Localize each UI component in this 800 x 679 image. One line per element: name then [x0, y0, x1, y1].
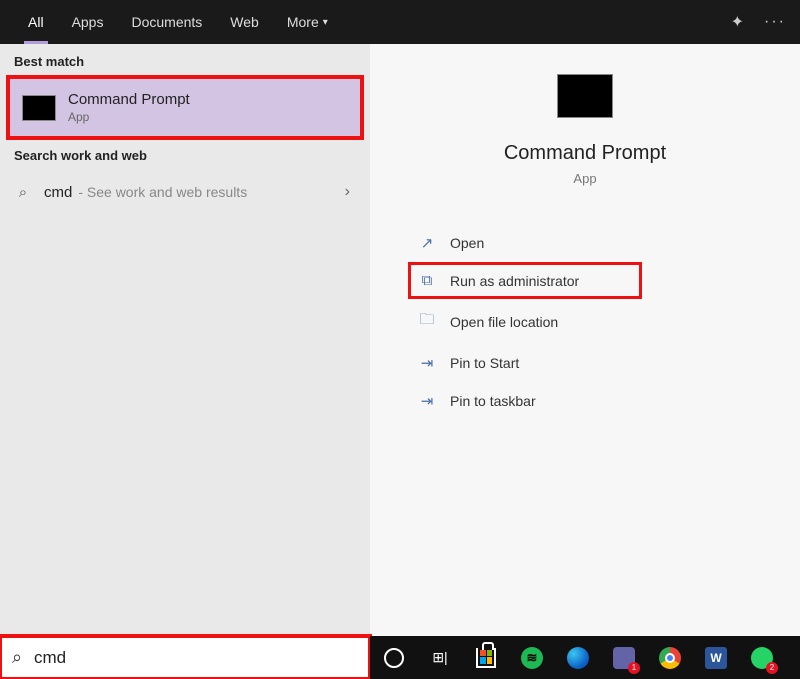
search-tabs: All Apps Documents Web More▾ — [0, 0, 342, 44]
taskbar-taskview[interactable]: ⊞| — [422, 640, 458, 676]
pin-icon: ⇥ — [416, 392, 438, 410]
result-subtitle: App — [68, 110, 190, 124]
taskbar-spotify[interactable]: ≋ — [514, 640, 550, 676]
chevron-right-icon: › — [345, 183, 356, 201]
tab-apps[interactable]: Apps — [58, 0, 118, 44]
folder-icon: 🗀 — [416, 309, 438, 334]
action-pin-start[interactable]: ⇥ Pin to Start — [410, 346, 800, 380]
taskbar-chrome[interactable] — [652, 640, 688, 676]
circle-icon — [384, 648, 404, 668]
chrome-icon — [659, 647, 681, 669]
action-pin-taskbar[interactable]: ⇥ Pin to taskbar — [410, 384, 800, 418]
preview-title: Command Prompt — [504, 142, 666, 165]
edge-icon — [567, 647, 589, 669]
taskbar-store[interactable] — [468, 640, 504, 676]
search-box[interactable]: ⌕ — [0, 636, 370, 679]
cmd-icon — [22, 95, 56, 121]
result-title: Command Prompt — [68, 91, 190, 108]
feedback-icon[interactable]: ✦ — [731, 12, 744, 32]
taskbar-whatsapp[interactable]: 2 — [744, 640, 780, 676]
notification-badge: 1 — [628, 662, 640, 674]
search-icon: ⌕ — [0, 647, 34, 668]
preview-app-icon — [557, 74, 613, 118]
word-icon: W — [705, 647, 727, 669]
tab-documents[interactable]: Documents — [117, 0, 216, 44]
spotify-icon: ≋ — [521, 647, 543, 669]
search-web-label: Search work and web — [0, 138, 370, 171]
open-icon: ↗ — [416, 234, 438, 252]
search-web-result[interactable]: ⌕ cmd - See work and web results › — [0, 171, 370, 213]
shield-icon: ⧉ — [416, 272, 438, 289]
preview-subtitle: App — [573, 171, 596, 186]
action-open[interactable]: ↗ Open — [410, 226, 800, 260]
pin-icon: ⇥ — [416, 354, 438, 372]
taskbar-word[interactable]: W — [698, 640, 734, 676]
search-icon: ⌕ — [14, 184, 32, 201]
web-query-text: cmd — [44, 184, 72, 201]
web-hint-text: - See work and web results — [78, 184, 247, 200]
search-input[interactable] — [34, 648, 370, 668]
search-topbar: All Apps Documents Web More▾ ✦ ··· — [0, 0, 800, 44]
tab-more[interactable]: More▾ — [273, 0, 342, 44]
notification-badge: 2 — [766, 662, 778, 674]
more-options-icon[interactable]: ··· — [764, 13, 786, 31]
action-open-location[interactable]: 🗀 Open file location — [410, 301, 800, 342]
preview-pane: Command Prompt App ↗ Open ⧉ Run as admin… — [370, 44, 800, 636]
tab-web[interactable]: Web — [216, 0, 273, 44]
tab-all[interactable]: All — [14, 0, 58, 44]
taskbar: ⊞| ≋ 1 W 2 — [370, 636, 800, 679]
taskbar-teams[interactable]: 1 — [606, 640, 642, 676]
best-match-result[interactable]: Command Prompt App — [8, 77, 362, 138]
taskbar-cortana[interactable] — [376, 640, 412, 676]
store-icon — [476, 648, 496, 668]
results-pane: Best match Command Prompt App Search wor… — [0, 44, 370, 636]
chevron-down-icon: ▾ — [323, 17, 328, 28]
action-run-as-admin[interactable]: ⧉ Run as administrator — [410, 264, 640, 297]
best-match-label: Best match — [0, 44, 370, 77]
taskbar-edge[interactable] — [560, 640, 596, 676]
